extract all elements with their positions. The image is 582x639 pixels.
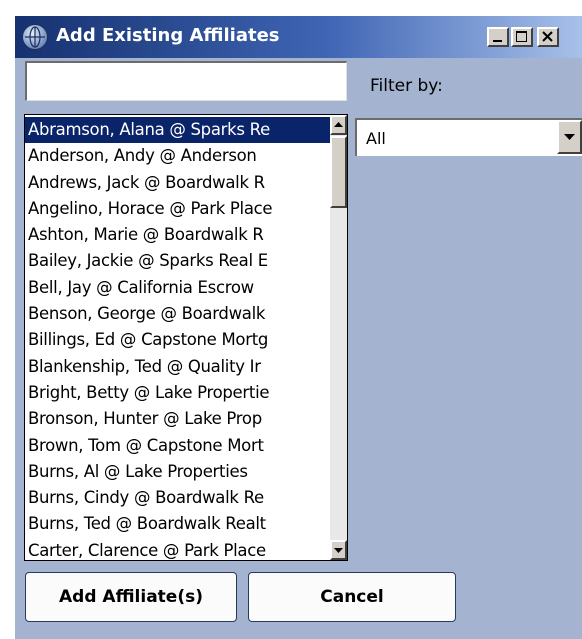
scroll-thumb[interactable] <box>330 136 347 208</box>
affiliates-list[interactable]: Abramson, Alana @ Sparks Re Anderson, And… <box>24 114 348 561</box>
list-item[interactable]: Burns, Cindy @ Boardwalk Re <box>25 485 331 511</box>
filter-dropdown-button[interactable] <box>557 120 582 154</box>
list-item[interactable]: Ashton, Marie @ Boardwalk R <box>25 222 331 248</box>
minimize-icon <box>493 40 502 42</box>
list-item[interactable]: Bronson, Hunter @ Lake Prop <box>25 406 331 432</box>
add-affiliates-button[interactable]: Add Affiliate(s) <box>25 572 237 622</box>
list-item[interactable]: Billings, Ed @ Capstone Mortg <box>25 327 331 353</box>
list-item[interactable]: Andrews, Jack @ Boardwalk R <box>25 170 331 196</box>
filter-by-label: Filter by: <box>370 76 443 96</box>
list-item[interactable]: Anderson, Andy @ Anderson <box>25 143 331 169</box>
list-item[interactable]: Bailey, Jackie @ Sparks Real E <box>25 248 331 274</box>
close-button[interactable] <box>537 27 559 47</box>
scroll-down-button[interactable] <box>330 540 347 560</box>
arrow-down-icon <box>334 548 343 553</box>
filter-select[interactable]: All <box>355 118 582 156</box>
list-item[interactable]: Abramson, Alana @ Sparks Re <box>25 117 331 144</box>
filter-select-value: All <box>366 129 386 148</box>
list-item[interactable]: Burns, Ted @ Boardwalk Realt <box>25 511 331 537</box>
title-bar[interactable]: Add Existing Affiliates <box>15 16 582 58</box>
list-item[interactable]: Blankenship, Ted @ Quality Ir <box>25 354 331 380</box>
list-item[interactable]: Benson, George @ Boardwalk <box>25 301 331 327</box>
list-item[interactable]: Bell, Jay @ California Escrow <box>25 275 331 301</box>
maximize-button[interactable] <box>511 27 533 47</box>
search-input[interactable] <box>25 61 347 101</box>
list-item[interactable]: Bright, Betty @ Lake Propertie <box>25 380 331 406</box>
minimize-button[interactable] <box>487 27 509 47</box>
cancel-button[interactable]: Cancel <box>248 572 456 622</box>
list-item[interactable]: Brown, Tom @ Capstone Mort <box>25 433 331 459</box>
list-item[interactable]: Carter, Clarence @ Park Place <box>25 538 331 560</box>
affiliates-list-items: Abramson, Alana @ Sparks Re Anderson, And… <box>25 117 331 560</box>
scroll-up-button[interactable] <box>330 115 347 135</box>
arrow-up-icon <box>334 122 343 127</box>
list-item[interactable]: Burns, Al @ Lake Properties <box>25 459 331 485</box>
maximize-icon <box>516 31 527 42</box>
chevron-down-icon <box>564 134 575 140</box>
list-item[interactable]: Angelino, Horace @ Park Place <box>25 196 331 222</box>
list-scrollbar[interactable] <box>330 115 347 560</box>
close-icon <box>542 31 553 42</box>
add-existing-affiliates-dialog: Add Existing Affiliates Filter by: Abram… <box>15 16 582 639</box>
globe-icon <box>22 24 48 50</box>
dialog-title: Add Existing Affiliates <box>56 25 280 46</box>
